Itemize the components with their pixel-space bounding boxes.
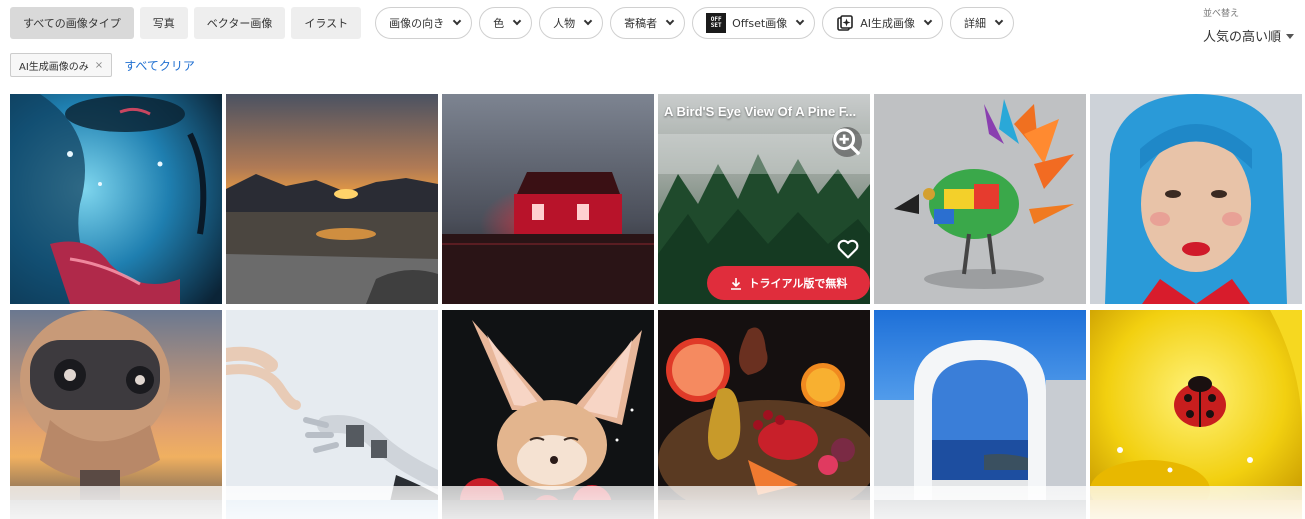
clear-all-link[interactable]: すべてクリア <box>124 57 195 74</box>
sort-label: 並べ替え <box>1203 9 1240 19</box>
orientation-dropdown[interactable]: 画像の向き <box>375 7 473 39</box>
bottom-fade <box>0 486 1305 519</box>
favorite-button[interactable] <box>836 237 860 261</box>
offset-dropdown[interactable]: OFF SET Offset画像 <box>692 7 816 39</box>
chevron-down-icon <box>923 16 933 26</box>
color-label: 色 <box>493 17 505 30</box>
ai-sparkle-icon <box>837 15 854 31</box>
offset-label: Offset画像 <box>732 17 788 30</box>
image-tile-mountain-lake-sunset[interactable] <box>226 94 438 304</box>
image-tile-mechanical-bird[interactable] <box>874 94 1086 304</box>
chevron-down-icon <box>994 16 1004 26</box>
contributor-label: 寄稿者 <box>624 17 658 30</box>
free-trial-button[interactable]: トライアル版で無料 <box>707 266 870 300</box>
image-tile-portrait-blue-face[interactable] <box>10 94 222 304</box>
filter-bar: すべての画像タイプ 写真 ベクター画像 イラスト 画像の向き 色 人物 寄稿者 … <box>10 7 1021 39</box>
active-filters: AI生成画像のみ × すべてクリア <box>10 53 195 77</box>
download-icon <box>730 277 741 290</box>
image-tile-pine-forest-aerial[interactable]: A Bird'S Eye View Of A Pine F... トライアル版で… <box>658 94 870 304</box>
image-tile-red-house-fog[interactable] <box>442 94 654 304</box>
zoom-in-icon <box>833 128 861 156</box>
free-trial-label: トライアル版で無料 <box>748 277 848 290</box>
filter-chip-ai-only[interactable]: AI生成画像のみ × <box>10 53 113 77</box>
people-label: 人物 <box>553 17 576 30</box>
details-dropdown[interactable]: 詳細 <box>949 7 1014 39</box>
details-label: 詳細 <box>963 17 986 30</box>
offset-logo-icon: OFF SET <box>706 13 727 33</box>
color-dropdown[interactable]: 色 <box>479 7 533 39</box>
caret-down-icon <box>1286 34 1295 39</box>
zoom-button[interactable] <box>832 127 862 157</box>
close-icon[interactable]: × <box>95 60 103 71</box>
chevron-down-icon <box>512 16 522 26</box>
contributor-dropdown[interactable]: 寄稿者 <box>610 7 686 39</box>
chevron-down-icon <box>452 16 462 26</box>
type-vector-button[interactable]: ベクター画像 <box>193 7 286 39</box>
chevron-down-icon <box>795 16 805 26</box>
people-dropdown[interactable]: 人物 <box>539 7 604 39</box>
type-photo-button[interactable]: 写真 <box>139 7 188 39</box>
image-tile-blue-hair-portrait[interactable] <box>1090 94 1302 304</box>
sort-dropdown[interactable]: 人気の高い順 <box>1203 26 1295 45</box>
type-illustration-button[interactable]: イラスト <box>291 7 362 39</box>
type-all-button[interactable]: すべての画像タイプ <box>10 7 134 39</box>
image-title: A Bird'S Eye View Of A Pine F... <box>664 104 857 119</box>
chip-label: AI生成画像のみ <box>19 61 89 73</box>
sort-value: 人気の高い順 <box>1203 30 1282 45</box>
heart-icon <box>837 239 859 259</box>
sort-control[interactable]: 並べ替え 人気の高い順 <box>1203 6 1295 45</box>
ai-generated-dropdown[interactable]: AI生成画像 <box>822 7 943 39</box>
chevron-down-icon <box>583 16 593 26</box>
orientation-label: 画像の向き <box>389 17 445 30</box>
image-grid: A Bird'S Eye View Of A Pine F... トライアル版で… <box>10 94 1305 519</box>
ai-generated-label: AI生成画像 <box>860 17 915 30</box>
chevron-down-icon <box>665 16 675 26</box>
